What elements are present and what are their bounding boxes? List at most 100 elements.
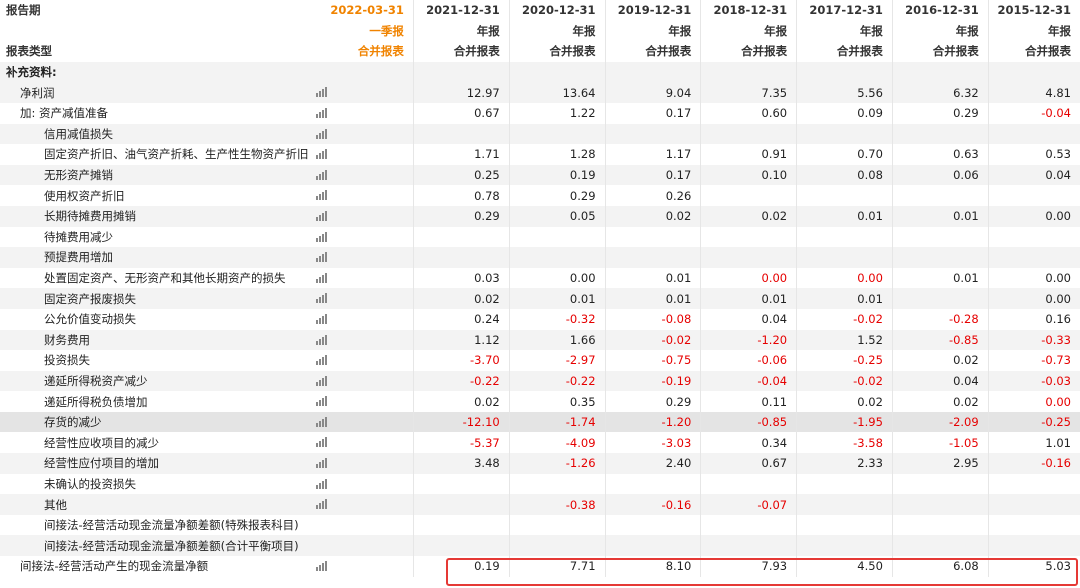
value-cell	[891, 185, 989, 206]
table-row[interactable]: 其他 -0.38 -0.16 -0.07	[0, 494, 1080, 515]
value-cell	[329, 391, 414, 412]
bar-chart-icon[interactable]	[315, 128, 328, 139]
value-cell	[700, 185, 797, 206]
value-cell	[412, 514, 510, 536]
row-label-cell: 使用权资产折旧	[0, 185, 330, 206]
value-cell: 0.02	[412, 288, 510, 309]
table-row[interactable]: 递延所得税资产减少 -0.22 -0.22 -0.19 -0.04 -0.02 0.04 -0…	[0, 370, 1080, 392]
bar-chart-icon[interactable]	[315, 416, 328, 427]
table-row[interactable]: 间接法-经营活动现金流量净额差额(特殊报表科目)	[0, 514, 1080, 536]
row-label: 使用权资产折旧	[44, 188, 125, 203]
header-date[interactable]: 2015-12-31	[987, 0, 1080, 21]
table-row[interactable]: 投资损失 -3.70 -2.97 -0.75 -0.06 -0.25 0.02 -0.73	[0, 350, 1080, 371]
bar-chart-icon[interactable]	[315, 252, 328, 263]
header-date[interactable]: 2022-03-31	[330, 0, 414, 21]
value-cell: 0.67	[412, 102, 510, 124]
table-row[interactable]: 经营性应付项目的增加 3.48 -1.26 2.40 0.67 2.33 2.95 -0.16	[0, 453, 1080, 474]
row-label: 间接法-经营活动产生的现金流量净额	[20, 559, 209, 574]
value-cell: 0.29	[508, 185, 606, 206]
value-cell	[329, 288, 414, 309]
value-cell: 0.00	[987, 205, 1080, 227]
bar-chart-icon[interactable]	[315, 210, 328, 221]
value-cell: 7.93	[700, 556, 797, 577]
bar-chart-icon[interactable]	[315, 272, 328, 283]
bar-chart-icon[interactable]	[315, 334, 328, 345]
value-cell	[329, 350, 414, 371]
value-cell: 6.32	[891, 82, 989, 103]
bar-chart-icon[interactable]	[315, 190, 328, 201]
value-cell: -0.33	[987, 329, 1080, 351]
row-label-cell: 间接法-经营活动现金流量净额差额(特殊报表科目)	[0, 514, 330, 536]
value-cell	[329, 329, 414, 351]
value-cell: -0.04	[987, 102, 1080, 124]
value-cell: 0.02	[796, 391, 893, 412]
header-date[interactable]: 2019-12-31	[604, 0, 701, 21]
value-cell: 7.71	[508, 556, 606, 577]
table-row[interactable]: 财务费用 1.12 1.66 -0.02 -1.20 1.52 -0.85 -0.33	[0, 329, 1080, 351]
table-row[interactable]: 预提费用增加	[0, 247, 1080, 268]
header-date[interactable]: 2017-12-31	[796, 0, 893, 21]
table-row[interactable]: 无形资产摊销 0.25 0.19 0.17 0.10 0.08 0.06 0.04	[0, 164, 1080, 186]
table-row[interactable]: 使用权资产折旧 0.78 0.29 0.26	[0, 185, 1080, 206]
bar-chart-icon[interactable]	[315, 107, 328, 118]
header-date[interactable]: 2021-12-31	[412, 0, 510, 21]
bar-chart-icon[interactable]	[315, 169, 328, 180]
value-cell	[891, 514, 989, 536]
bar-chart-icon[interactable]	[315, 375, 328, 386]
table-row[interactable]: 递延所得税负债增加 0.02 0.35 0.29 0.11 0.02 0.02 0.00	[0, 391, 1080, 412]
bar-chart-icon[interactable]	[315, 313, 328, 324]
bar-chart-icon[interactable]	[315, 293, 328, 304]
value-cell: 0.02	[891, 350, 989, 371]
header-date[interactable]: 2018-12-31	[700, 0, 797, 21]
table-row[interactable]: 存货的减少 -12.10 -1.74 -1.20 -0.85 -1.95 -2.09 -0.2…	[0, 411, 1080, 433]
table-row[interactable]: 经营性应收项目的减少 -5.37 -4.09 -3.03 0.34 -3.58 -1.05 1…	[0, 432, 1080, 454]
bar-chart-icon[interactable]	[315, 458, 328, 469]
value-cell	[604, 123, 701, 145]
bar-chart-icon[interactable]	[315, 499, 328, 510]
value-cell: -4.09	[508, 432, 606, 454]
table-row[interactable]: 处置固定资产、无形资产和其他长期资产的损失 0.03 0.00 0.01 0.00 0.0…	[0, 267, 1080, 289]
table-row[interactable]: 间接法-经营活动产生的现金流量净额 0.19 7.71 8.10 7.93 4.50 6.0…	[0, 556, 1080, 577]
value-cell: 12.97	[412, 82, 510, 103]
table-row[interactable]: 待摊费用减少	[0, 226, 1080, 248]
table-row[interactable]: 长期待摊费用摊销 0.29 0.05 0.02 0.02 0.01 0.01 0.00	[0, 205, 1080, 227]
row-label-cell: 财务费用	[0, 329, 330, 351]
value-cell	[987, 226, 1080, 248]
header-date[interactable]: 2020-12-31	[508, 0, 606, 21]
value-cell: -0.04	[700, 370, 797, 392]
value-cell: 0.70	[796, 144, 893, 165]
value-cell: 0.25	[412, 164, 510, 186]
bar-chart-icon[interactable]	[315, 561, 328, 572]
value-cell	[891, 494, 989, 515]
table-row[interactable]: 固定资产折旧、油气资产折耗、生产性生物资产折旧 1.71 1.28 1.17 0.91 0…	[0, 144, 1080, 165]
table-row[interactable]: 净利润 12.97 13.64 9.04 7.35 5.56 6.32 4.81	[0, 82, 1080, 103]
financial-table: 报告期 2022-03-31 2021-12-31 2020-12-31 201…	[0, 0, 1080, 577]
table-row[interactable]: 未确认的投资损失	[0, 473, 1080, 495]
value-cell: 1.12	[412, 329, 510, 351]
value-cell	[329, 267, 414, 289]
bar-chart-icon[interactable]	[315, 355, 328, 366]
row-label-cell: 待摊费用减少	[0, 226, 330, 248]
bar-chart-icon[interactable]	[315, 396, 328, 407]
statement-type: 合并报表	[412, 41, 510, 62]
value-cell: 0.03	[412, 267, 510, 289]
table-row[interactable]: 间接法-经营活动现金流量净额差额(合计平衡项目)	[0, 535, 1080, 557]
statement-type: 合并报表	[357, 44, 404, 59]
bar-chart-icon[interactable]	[315, 478, 328, 489]
table-row[interactable]: 加: 资产减值准备 0.67 1.22 0.17 0.60 0.09 0.29 -0.04	[0, 102, 1080, 124]
bar-chart-icon[interactable]	[315, 231, 328, 242]
table-row[interactable]: 固定资产报废损失 0.02 0.01 0.01 0.01 0.01 0.00	[0, 288, 1080, 309]
table-row[interactable]: 公允价值变动损失 0.24 -0.32 -0.08 0.04 -0.02 -0.28 0.16	[0, 308, 1080, 330]
value-cell	[891, 226, 989, 248]
header-date[interactable]: 2016-12-31	[891, 0, 989, 21]
value-cell: -3.03	[604, 432, 701, 454]
value-cell: -2.97	[508, 350, 606, 371]
value-cell: 0.04	[987, 164, 1080, 186]
bar-chart-icon[interactable]	[315, 437, 328, 448]
table-row[interactable]: 信用减值损失	[0, 123, 1080, 145]
bar-chart-icon[interactable]	[315, 87, 328, 98]
value-cell: -1.05	[891, 432, 989, 454]
row-label-cell: 信用减值损失	[0, 123, 330, 145]
value-cell	[329, 535, 414, 557]
bar-chart-icon[interactable]	[315, 149, 328, 160]
